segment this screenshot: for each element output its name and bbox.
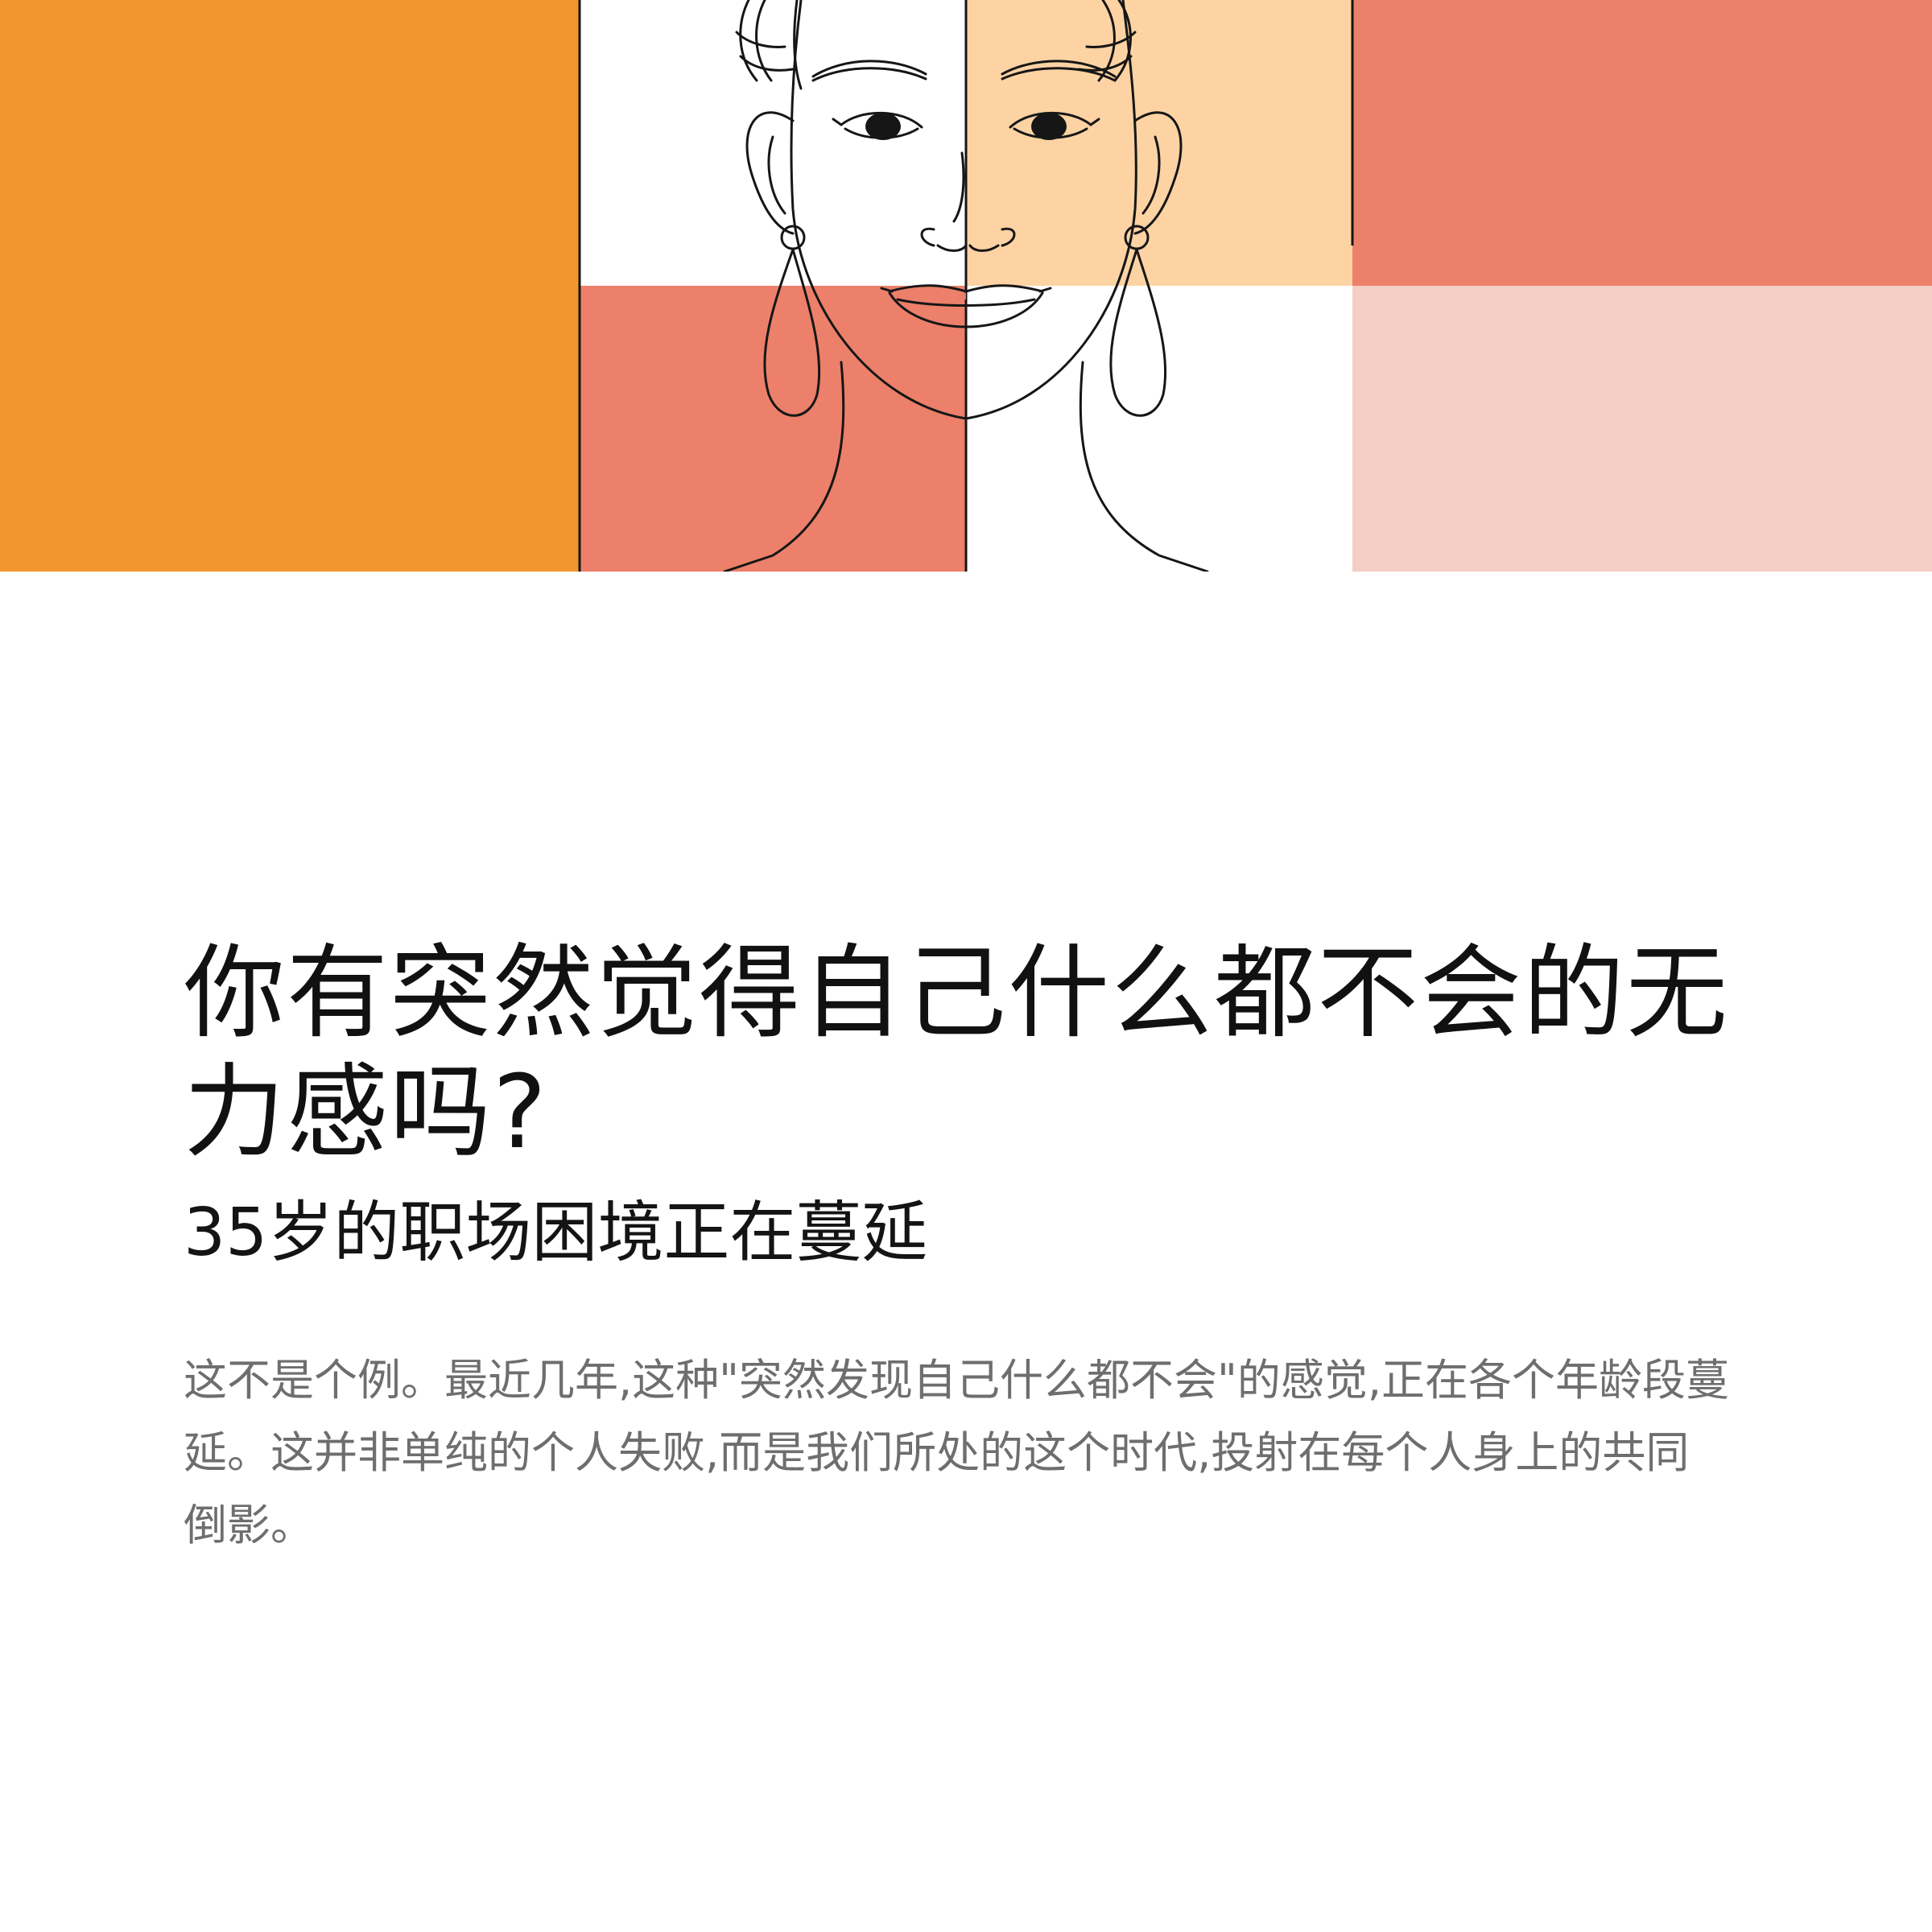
hero-illustration	[0, 0, 1932, 572]
page-title: 你有突然觉得自己什么都不会的无力感吗?	[184, 934, 1729, 1171]
block-coral-bottom-left	[580, 286, 966, 572]
block-white-top-left	[580, 0, 966, 286]
block-coral-right	[1352, 0, 1932, 286]
block-peach-top-right	[966, 0, 1352, 286]
hero-svg	[0, 0, 1932, 572]
page-subtitle: 35岁的职场困境正在蔓延	[184, 1195, 928, 1271]
block-blush-right	[1352, 286, 1932, 572]
block-orange-left	[0, 0, 580, 572]
article-text: 你有突然觉得自己什么都不会的无力感吗? 35岁的职场困境正在蔓延 这不是个例。最…	[184, 934, 1761, 1562]
body-paragraph: 这不是个例。最近几年,这种"突然发现自己什么都不会"的感觉,正在各个年龄段蔓延。…	[184, 1355, 1730, 1550]
